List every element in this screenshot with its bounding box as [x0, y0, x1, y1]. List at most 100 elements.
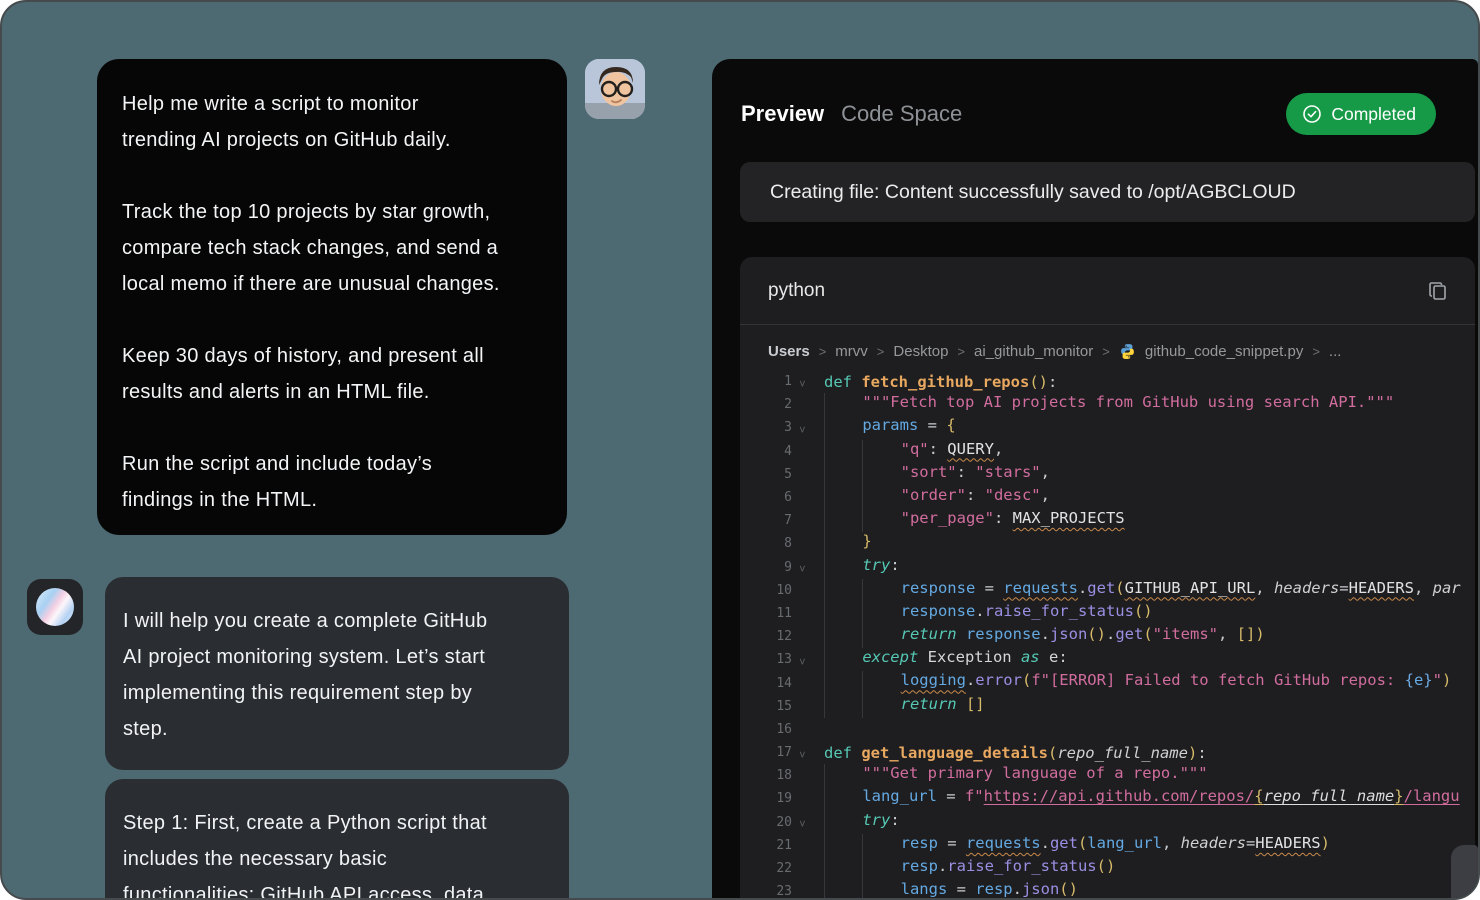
- code-line: 18 """Get primary language of a repo.""": [740, 764, 1475, 787]
- user-message-bubble: Help me write a script to monitortrendin…: [97, 59, 567, 535]
- code-line: 13>except Exception as e:: [740, 648, 1475, 671]
- code-text: try:: [812, 811, 900, 834]
- code-line: 8}: [740, 532, 1475, 555]
- fold-chevron[interactable]: >: [792, 373, 812, 391]
- copy-icon: [1427, 280, 1449, 302]
- chevron-right-icon: >: [819, 344, 827, 359]
- breadcrumb-item[interactable]: github_code_snippet.py: [1145, 343, 1303, 360]
- assistant-message-text: Step 1: First, create a Python script th…: [123, 805, 553, 900]
- line-number: 1: [740, 374, 792, 389]
- breadcrumb-item[interactable]: ai_github_monitor: [974, 343, 1093, 360]
- check-circle-icon: [1302, 104, 1322, 124]
- code-line: 1>def fetch_github_repos():: [740, 370, 1475, 393]
- code-text: langs = resp.json(): [812, 880, 1078, 900]
- user-avatar-illustration: [585, 59, 645, 119]
- preview-panel: Preview Code Space Completed Creating fi…: [712, 59, 1478, 900]
- breadcrumb-item[interactable]: mrvv: [835, 343, 868, 360]
- code-text: def fetch_github_repos():: [812, 373, 1057, 391]
- breadcrumb: Users > mrvv > Desktop > ai_github_monitor > gi…: [740, 325, 1475, 368]
- code-line: 2 """Fetch top AI projects from GitHub us…: [740, 393, 1475, 416]
- line-number: 22: [740, 861, 792, 876]
- copy-code-button[interactable]: [1425, 278, 1451, 304]
- code-text: }: [812, 532, 872, 555]
- line-number: 14: [740, 676, 792, 691]
- code-text: try:: [812, 556, 900, 579]
- line-number: 2: [740, 397, 792, 412]
- code-line: 12 return response.json().get("items", []…: [740, 625, 1475, 648]
- code-text: return []: [812, 695, 985, 718]
- line-number: 23: [740, 884, 792, 899]
- assistant-message-text: I will help you create a complete GitHub…: [123, 603, 553, 747]
- code-text: logging.error(f"[ERROR] Failed to fetch …: [812, 671, 1451, 694]
- code-line: 5"sort": "stars",: [740, 463, 1475, 486]
- line-number: 7: [740, 513, 792, 528]
- code-line: 6 "order": "desc",: [740, 486, 1475, 509]
- scrollbar-thumb[interactable]: [1451, 845, 1478, 900]
- fold-chevron[interactable]: >: [792, 813, 812, 831]
- code-line: 3>params = {: [740, 416, 1475, 439]
- line-number: 15: [740, 699, 792, 714]
- chevron-right-icon: >: [877, 344, 885, 359]
- code-line: 10response = requests.get(GITHUB_API_URL…: [740, 579, 1475, 602]
- line-number: 20: [740, 815, 792, 830]
- line-number: 4: [740, 444, 792, 459]
- chevron-right-icon: >: [1102, 344, 1110, 359]
- breadcrumb-item[interactable]: Desktop: [893, 343, 948, 360]
- code-text: "order": "desc",: [812, 486, 1050, 509]
- code-line: 23 langs = resp.json(): [740, 880, 1475, 900]
- code-text: "q": QUERY,: [812, 440, 1003, 463]
- code-text: resp.raise_for_status(): [812, 857, 1115, 880]
- code-text: response.raise_for_status(): [812, 602, 1153, 625]
- code-text: """Fetch top AI projects from GitHub usi…: [812, 393, 1394, 416]
- code-text: lang_url = f"https://api.github.com/repo…: [812, 787, 1460, 810]
- breadcrumb-item[interactable]: Users: [768, 343, 810, 360]
- chevron-right-icon: >: [1312, 344, 1320, 359]
- user-message-text: Help me write a script to monitortrendin…: [122, 86, 547, 518]
- preview-panel-header: Preview Code Space Completed: [741, 92, 1436, 136]
- fold-chevron[interactable]: >: [792, 558, 812, 576]
- assistant-logo-icon: [36, 588, 74, 626]
- file-status-text: Creating file: Content successfully save…: [770, 181, 1296, 204]
- line-number: 8: [740, 536, 792, 551]
- code-text: return response.json().get("items", []): [812, 625, 1265, 648]
- breadcrumb-item[interactable]: ...: [1329, 343, 1342, 360]
- line-number: 10: [740, 583, 792, 598]
- code-line: 19 lang_url = f"https://api.github.com/re…: [740, 787, 1475, 810]
- tab-preview[interactable]: Preview: [741, 101, 824, 127]
- line-number: 5: [740, 467, 792, 482]
- code-line: 17>def get_language_details(repo_full_na…: [740, 741, 1475, 764]
- line-number: 17: [740, 745, 792, 760]
- code-line: 11response.raise_for_status(): [740, 602, 1475, 625]
- line-number: 3: [740, 420, 792, 435]
- line-number: 19: [740, 791, 792, 806]
- code-card-header: python: [740, 257, 1475, 325]
- line-number: 12: [740, 629, 792, 644]
- line-number: 16: [740, 722, 792, 737]
- code-line: 16: [740, 718, 1475, 741]
- assistant-message-bubble: I will help you create a complete GitHub…: [105, 577, 569, 770]
- assistant-avatar: [27, 579, 83, 635]
- code-line: 20>try:: [740, 811, 1475, 834]
- chevron-right-icon: >: [957, 344, 965, 359]
- line-number: 6: [740, 490, 792, 505]
- code-text: except Exception as e:: [812, 648, 1068, 671]
- code-line: 15 return []: [740, 695, 1475, 718]
- fold-chevron[interactable]: >: [792, 651, 812, 669]
- status-badge-label: Completed: [1331, 104, 1416, 125]
- code-text: """Get primary language of a repo.""": [812, 764, 1208, 787]
- status-badge: Completed: [1286, 93, 1436, 135]
- assistant-message-bubble: Step 1: First, create a Python script th…: [105, 779, 569, 900]
- fold-chevron[interactable]: >: [792, 419, 812, 437]
- line-number: 21: [740, 838, 792, 853]
- python-icon: [1119, 343, 1136, 360]
- tab-code-space[interactable]: Code Space: [841, 101, 962, 127]
- code-line: 9>try:: [740, 556, 1475, 579]
- fold-chevron[interactable]: >: [792, 744, 812, 762]
- code-line: 22 resp.raise_for_status(): [740, 857, 1475, 880]
- line-number: 18: [740, 768, 792, 783]
- user-avatar: [585, 59, 645, 119]
- code-text: resp = requests.get(lang_url, headers=HE…: [812, 834, 1330, 857]
- code-line: 14 logging.error(f"[ERROR] Failed to fetc…: [740, 671, 1475, 694]
- code-text: def get_language_details(repo_full_name)…: [812, 744, 1207, 762]
- code-line: 7"per_page": MAX_PROJECTS: [740, 509, 1475, 532]
